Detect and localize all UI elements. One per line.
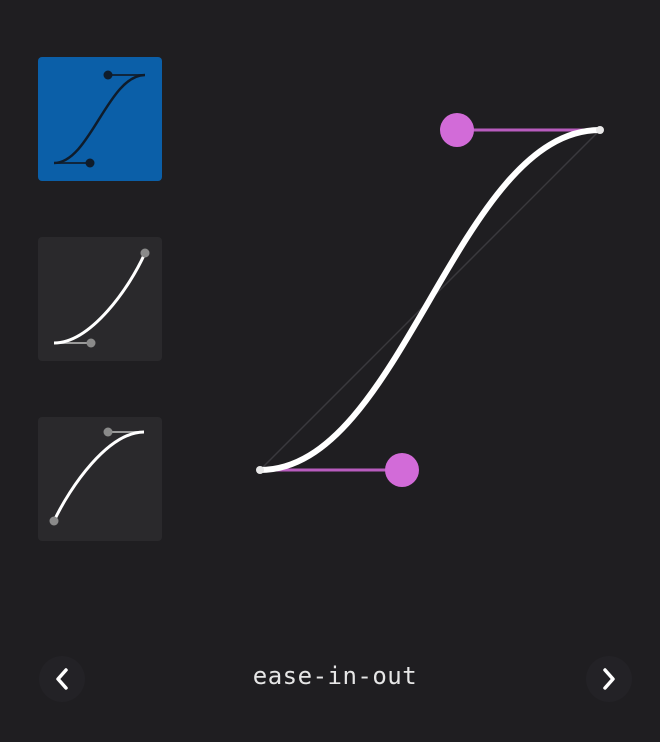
- previous-easing-button[interactable]: [39, 656, 85, 702]
- ease-in-curve-icon: [53, 248, 150, 348]
- ease-in-out-curve-icon: [53, 70, 146, 168]
- ease-out-curve-icon: [49, 427, 145, 526]
- easing-navigation: ease-in-out: [0, 650, 660, 708]
- bezier-curve-canvas: [256, 113, 604, 487]
- preset-ease-in[interactable]: [38, 237, 162, 361]
- curve-start-point: [256, 466, 264, 474]
- chevron-left-icon: [56, 668, 68, 690]
- easing-name-label: ease-in-out: [252, 662, 418, 690]
- control-point-1-handle[interactable]: [385, 453, 419, 487]
- curve-end-point: [596, 126, 604, 134]
- next-easing-button[interactable]: [586, 656, 632, 702]
- chevron-right-icon: [603, 668, 615, 690]
- preset-ease-in-out[interactable]: [38, 57, 162, 181]
- preset-ease-out[interactable]: [38, 417, 162, 541]
- easing-editor: ease-in-out: [0, 0, 660, 742]
- control-point-2-handle[interactable]: [440, 113, 474, 147]
- curve-editor: [240, 100, 620, 500]
